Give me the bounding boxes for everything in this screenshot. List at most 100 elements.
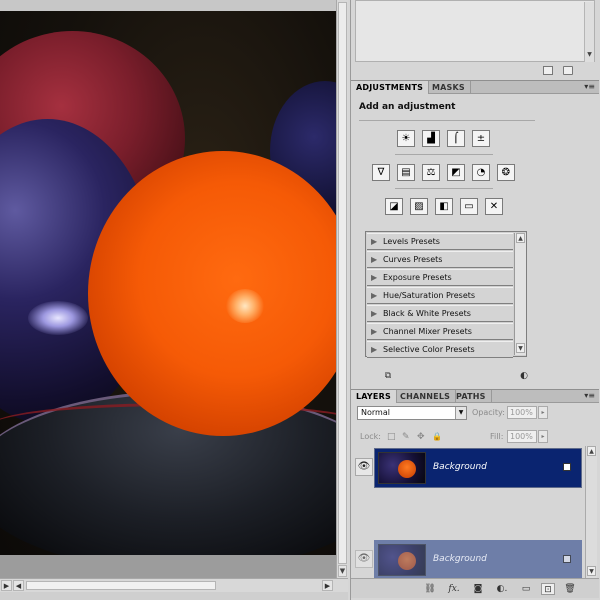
- opacity-field[interactable]: 100%: [507, 406, 537, 419]
- preset-label: Hue/Saturation Presets: [383, 291, 476, 300]
- opacity-slider-button[interactable]: ▸: [538, 406, 548, 419]
- lock-image-icon[interactable]: ✎: [402, 432, 412, 442]
- layer-background-selected[interactable]: Background: [374, 448, 582, 488]
- expand-triangle-icon: ▶: [371, 291, 378, 300]
- fill-slider-button[interactable]: ▸: [538, 430, 548, 443]
- layers-tab-bar: LAYERS CHANNELS PATHS ▾≡: [351, 389, 599, 403]
- hue-saturation-icon[interactable]: ▤: [397, 164, 415, 181]
- panel-dock: ▼ ADJUSTMENTS MASKS ▾≡ Add an adjustment…: [350, 0, 600, 600]
- expand-triangle-icon: ▶: [371, 273, 378, 282]
- image-canvas[interactable]: [0, 11, 336, 555]
- gradient-map-icon[interactable]: ▭: [460, 198, 478, 215]
- tab-adjustments[interactable]: ADJUSTMENTS: [351, 81, 430, 94]
- brightness-contrast-icon[interactable]: ☀: [397, 130, 415, 147]
- canvas-horizontal-scrollbar[interactable]: ▶ ◀ ▶: [0, 578, 348, 592]
- status-strip: [0, 592, 348, 600]
- divider: [395, 154, 493, 155]
- trash-icon[interactable]: [563, 66, 573, 75]
- color-balance-icon[interactable]: ⚖: [422, 164, 440, 181]
- view-previous-icon[interactable]: ◐: [517, 370, 531, 382]
- top-sub-panel: ▼: [355, 0, 595, 62]
- exposure-icon[interactable]: ±: [472, 130, 490, 147]
- list-item[interactable]: ▶ Exposure Presets: [367, 269, 513, 286]
- tab-layers[interactable]: LAYERS: [351, 390, 397, 403]
- link-layers-icon[interactable]: ⛓: [423, 583, 437, 595]
- horizontal-scroll-thumb[interactable]: [26, 581, 216, 590]
- add-mask-icon[interactable]: ◙: [471, 583, 485, 595]
- layer-row[interactable]: 👁 Background: [353, 448, 585, 488]
- scroll-down-button[interactable]: ▼: [338, 565, 347, 577]
- new-adjustment-icon[interactable]: ◐.: [495, 583, 509, 595]
- threshold-icon[interactable]: ◧: [435, 198, 453, 215]
- canvas-vertical-scrollbar[interactable]: ▼: [336, 0, 348, 578]
- layers-scroll-down[interactable]: ▼: [587, 566, 596, 576]
- levels-icon[interactable]: ▟: [422, 130, 440, 147]
- delete-layer-icon[interactable]: 🗑: [563, 583, 577, 595]
- tab-paths[interactable]: PATHS: [451, 390, 492, 403]
- layer-thumbnail: [378, 544, 426, 576]
- layer-background[interactable]: Background: [374, 540, 582, 580]
- blend-mode-value: Normal: [361, 408, 390, 417]
- adjustments-tab-bar: ADJUSTMENTS MASKS ▾≡: [351, 80, 599, 94]
- scroll-right-button[interactable]: ▶: [1, 580, 12, 591]
- layers-scrollbar[interactable]: ▲ ▼: [585, 446, 597, 578]
- top-panel-scrollbar[interactable]: ▼: [584, 2, 594, 62]
- document-top-bar: [0, 0, 336, 11]
- list-item[interactable]: ▶ Curves Presets: [367, 251, 513, 268]
- layers-scroll-up[interactable]: ▲: [587, 446, 596, 456]
- new-layer-icon[interactable]: ⊡: [541, 583, 555, 595]
- lock-all-icon[interactable]: 🔒: [432, 432, 442, 442]
- fill-field[interactable]: 100%: [507, 430, 537, 443]
- eye-icon[interactable]: 👁: [355, 550, 373, 568]
- expand-triangle-icon: ▶: [371, 309, 378, 318]
- eye-icon[interactable]: 👁: [355, 458, 373, 476]
- orange-ball-highlight: [226, 289, 264, 323]
- scroll-right-end-button[interactable]: ▶: [322, 580, 333, 591]
- adjustments-panel-menu-icon[interactable]: ▾≡: [584, 82, 595, 91]
- clip-to-layer-icon[interactable]: ⧉: [381, 370, 395, 382]
- tab-channels[interactable]: CHANNELS: [395, 390, 457, 403]
- list-item[interactable]: ▶ Hue/Saturation Presets: [367, 287, 513, 304]
- layer-row[interactable]: 👁 Background: [353, 540, 585, 580]
- channel-mixer-icon[interactable]: ❂: [497, 164, 515, 181]
- layer-name: Background: [433, 554, 487, 564]
- opacity-label: Opacity:: [472, 408, 505, 417]
- blend-mode-select[interactable]: Normal ▼: [357, 406, 467, 420]
- posterize-icon[interactable]: ▨: [410, 198, 428, 215]
- top-panel-scroll-down[interactable]: ▼: [585, 50, 594, 60]
- invert-icon[interactable]: ◪: [385, 198, 403, 215]
- list-item[interactable]: ▶ Levels Presets: [367, 233, 513, 250]
- photo-filter-icon[interactable]: ◔: [472, 164, 490, 181]
- fx-icon[interactable]: fx.: [447, 583, 461, 595]
- adjustments-title: Add an adjustment: [359, 102, 456, 112]
- presets-scroll-up[interactable]: ▲: [516, 233, 525, 243]
- expand-triangle-icon: ▶: [371, 327, 378, 336]
- vibrance-icon[interactable]: ∇: [372, 164, 390, 181]
- preset-label: Channel Mixer Presets: [383, 327, 472, 336]
- list-item[interactable]: ▶ Black & White Presets: [367, 305, 513, 322]
- list-item[interactable]: ▶ Selective Color Presets: [367, 341, 513, 358]
- chevron-down-icon: ▼: [455, 407, 466, 419]
- document-area: ▼ ▶ ◀ ▶: [0, 0, 348, 600]
- black-white-icon[interactable]: ◩: [447, 164, 465, 181]
- curves-icon[interactable]: ⌠: [447, 130, 465, 147]
- presets-scroll-down[interactable]: ▼: [516, 343, 525, 353]
- presets-scrollbar[interactable]: ▲ ▼: [514, 233, 526, 355]
- layers-panel-menu-icon[interactable]: ▾≡: [584, 391, 595, 400]
- vertical-scroll-thumb[interactable]: [338, 2, 347, 564]
- scroll-left-button[interactable]: ◀: [13, 580, 24, 591]
- purple-ball-highlight: [28, 301, 88, 335]
- selective-color-icon[interactable]: ✕: [485, 198, 503, 215]
- layers-footer: ⛓ fx. ◙ ◐. ▭ ⊡ 🗑: [351, 578, 599, 598]
- expand-triangle-icon: ▶: [371, 255, 378, 264]
- preset-label: Exposure Presets: [383, 273, 452, 282]
- tab-masks[interactable]: MASKS: [427, 81, 471, 94]
- lock-transparent-icon[interactable]: □: [387, 432, 397, 442]
- list-item[interactable]: ▶ Channel Mixer Presets: [367, 323, 513, 340]
- new-group-icon[interactable]: ▭: [519, 583, 533, 595]
- layer-name: Background: [433, 462, 487, 472]
- layer-thumbnail: [378, 452, 426, 484]
- lock-position-icon[interactable]: ✥: [417, 432, 427, 442]
- layer-lock-icon: [563, 555, 571, 563]
- new-icon[interactable]: [543, 66, 553, 75]
